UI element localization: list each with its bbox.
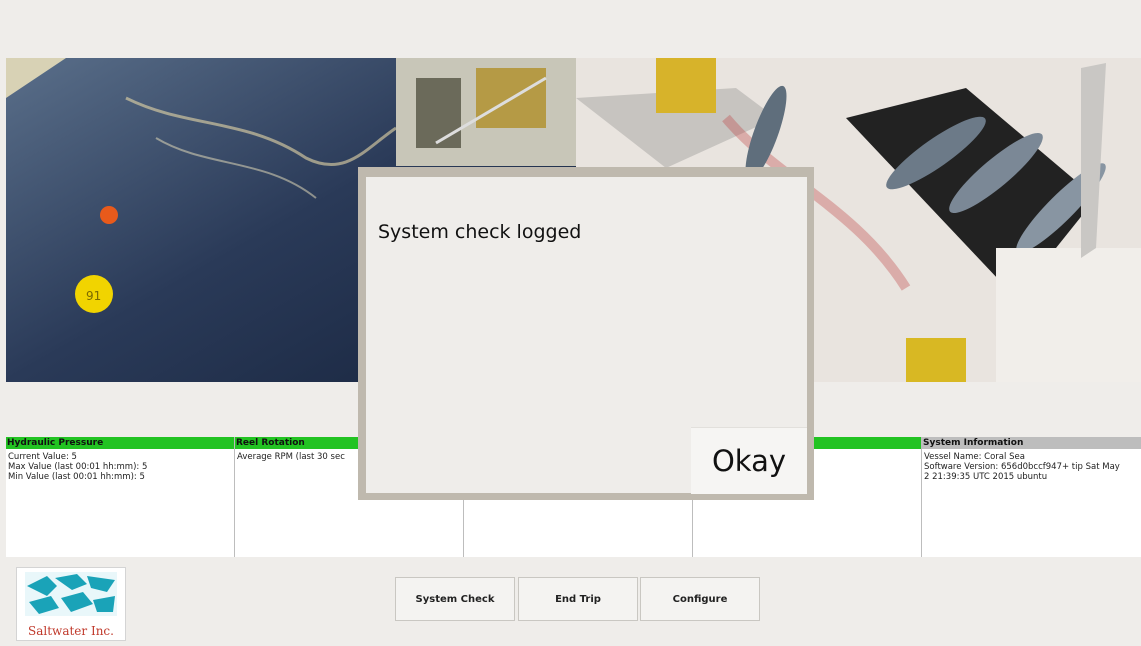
panel-header: System Information: [922, 437, 1141, 449]
system-check-button[interactable]: System Check: [395, 577, 515, 621]
okay-button[interactable]: Okay: [691, 427, 807, 494]
panel-body: Current Value: 5 Max Value (last 00:01 h…: [8, 452, 148, 482]
top-bar: [0, 0, 1141, 58]
panel-header: Hydraulic Pressure: [6, 437, 234, 449]
system-information-panel: System Information Vessel Name: Coral Se…: [922, 437, 1141, 557]
saltwater-logo: Saltwater Inc.: [16, 567, 126, 641]
logo-text: Saltwater Inc.: [28, 624, 114, 638]
fish-logo-icon: [25, 572, 117, 616]
panel-body: Vessel Name: Coral Sea Software Version:…: [924, 452, 1120, 482]
end-trip-button[interactable]: End Trip: [518, 577, 638, 621]
hydraulic-pressure-panel: Hydraulic Pressure Current Value: 5 Max …: [6, 437, 235, 557]
dialog-message: System check logged: [378, 221, 582, 243]
system-check-dialog: System check logged Okay: [366, 177, 807, 494]
svg-text:91: 91: [86, 289, 101, 303]
configure-button[interactable]: Configure: [640, 577, 760, 621]
